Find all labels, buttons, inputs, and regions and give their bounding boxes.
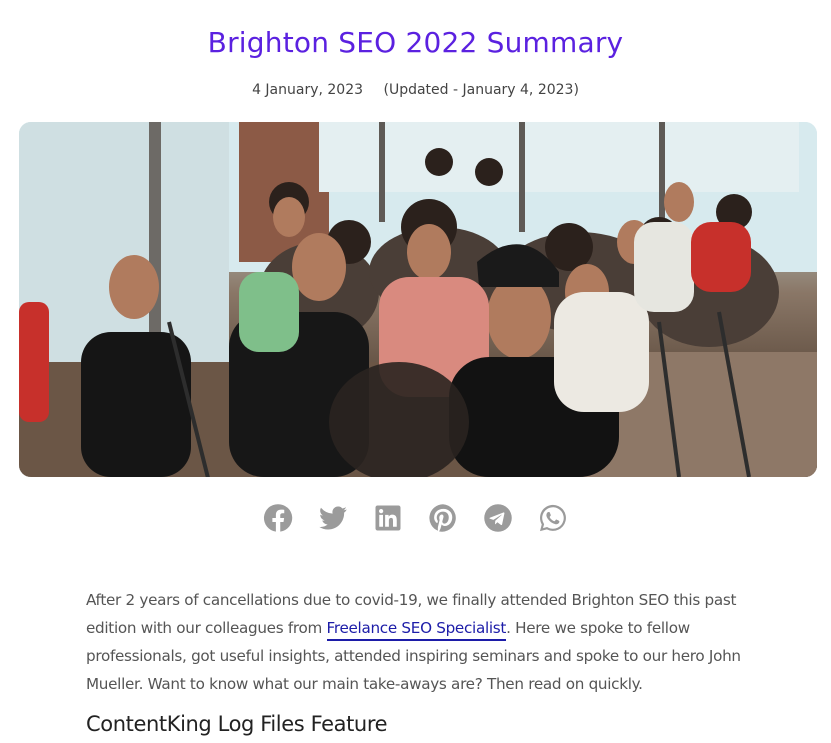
- post-meta: 4 January, 2023 (Updated - January 4, 20…: [0, 82, 831, 98]
- section-heading: ContentKing Log Files Feature: [86, 712, 388, 736]
- publish-date: 4 January, 2023: [252, 82, 364, 98]
- share-facebook-button[interactable]: [263, 502, 293, 534]
- share-telegram-button[interactable]: [483, 502, 513, 534]
- share-linkedin-button[interactable]: [373, 502, 403, 534]
- telegram-icon: [484, 504, 512, 532]
- intro-paragraph: After 2 years of cancellations due to co…: [86, 586, 756, 698]
- share-whatsapp-button[interactable]: [538, 502, 568, 534]
- page-title: Brighton SEO 2022 Summary: [207, 26, 624, 59]
- freelance-seo-link[interactable]: Freelance SEO Specialist: [326, 619, 506, 641]
- hero-image: [19, 122, 817, 477]
- facebook-icon: [263, 504, 293, 532]
- updated-date: (Updated - January 4, 2023): [383, 82, 579, 98]
- share-twitter-button[interactable]: [318, 502, 348, 534]
- article-body: After 2 years of cancellations due to co…: [86, 586, 756, 738]
- whatsapp-icon: [540, 504, 566, 532]
- share-pinterest-button[interactable]: [428, 502, 458, 534]
- audience-photo: [19, 122, 817, 477]
- share-bar: [0, 502, 831, 534]
- twitter-icon: [319, 506, 347, 530]
- pinterest-icon: [429, 504, 456, 532]
- linkedin-icon: [375, 505, 401, 531]
